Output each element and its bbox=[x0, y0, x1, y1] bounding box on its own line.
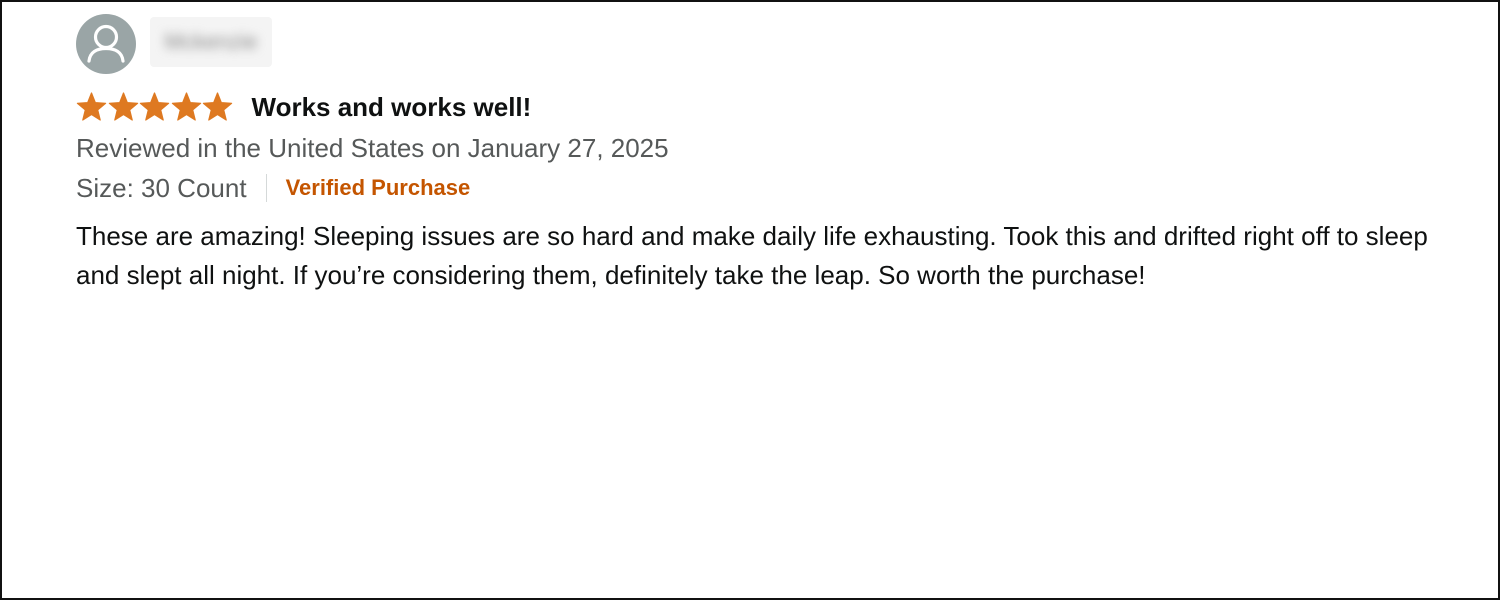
review-meta: Size: 30 Count Verified Purchase bbox=[76, 171, 1466, 205]
customer-review: Mckenzie Works and works well! Reviewed … bbox=[76, 14, 1466, 295]
review-title[interactable]: Works and works well! bbox=[252, 92, 532, 123]
star-rating[interactable] bbox=[76, 90, 234, 124]
review-date: Reviewed in the United States on January… bbox=[76, 133, 669, 163]
verified-purchase-badge: Verified Purchase bbox=[285, 175, 471, 200]
star-icon bbox=[139, 92, 170, 121]
user-silhouette-icon bbox=[87, 24, 125, 63]
star-icon bbox=[108, 92, 138, 121]
meta-divider bbox=[265, 174, 267, 202]
reviewer-profile[interactable]: Mckenzie bbox=[76, 14, 1466, 74]
review-body: These are amazing! Sleeping issues are s… bbox=[76, 221, 1428, 290]
avatar[interactable] bbox=[76, 14, 136, 74]
product-variant[interactable]: Size: 30 Count bbox=[76, 173, 247, 204]
star-icon bbox=[202, 92, 233, 121]
reviewer-name[interactable]: Mckenzie bbox=[150, 17, 272, 67]
review-title-row: Works and works well! bbox=[76, 90, 1466, 124]
star-icon bbox=[171, 92, 201, 121]
review-card: Mckenzie Works and works well! Reviewed … bbox=[0, 0, 1500, 600]
star-icon bbox=[76, 92, 107, 121]
reviewer-name-text: Mckenzie bbox=[164, 29, 258, 54]
